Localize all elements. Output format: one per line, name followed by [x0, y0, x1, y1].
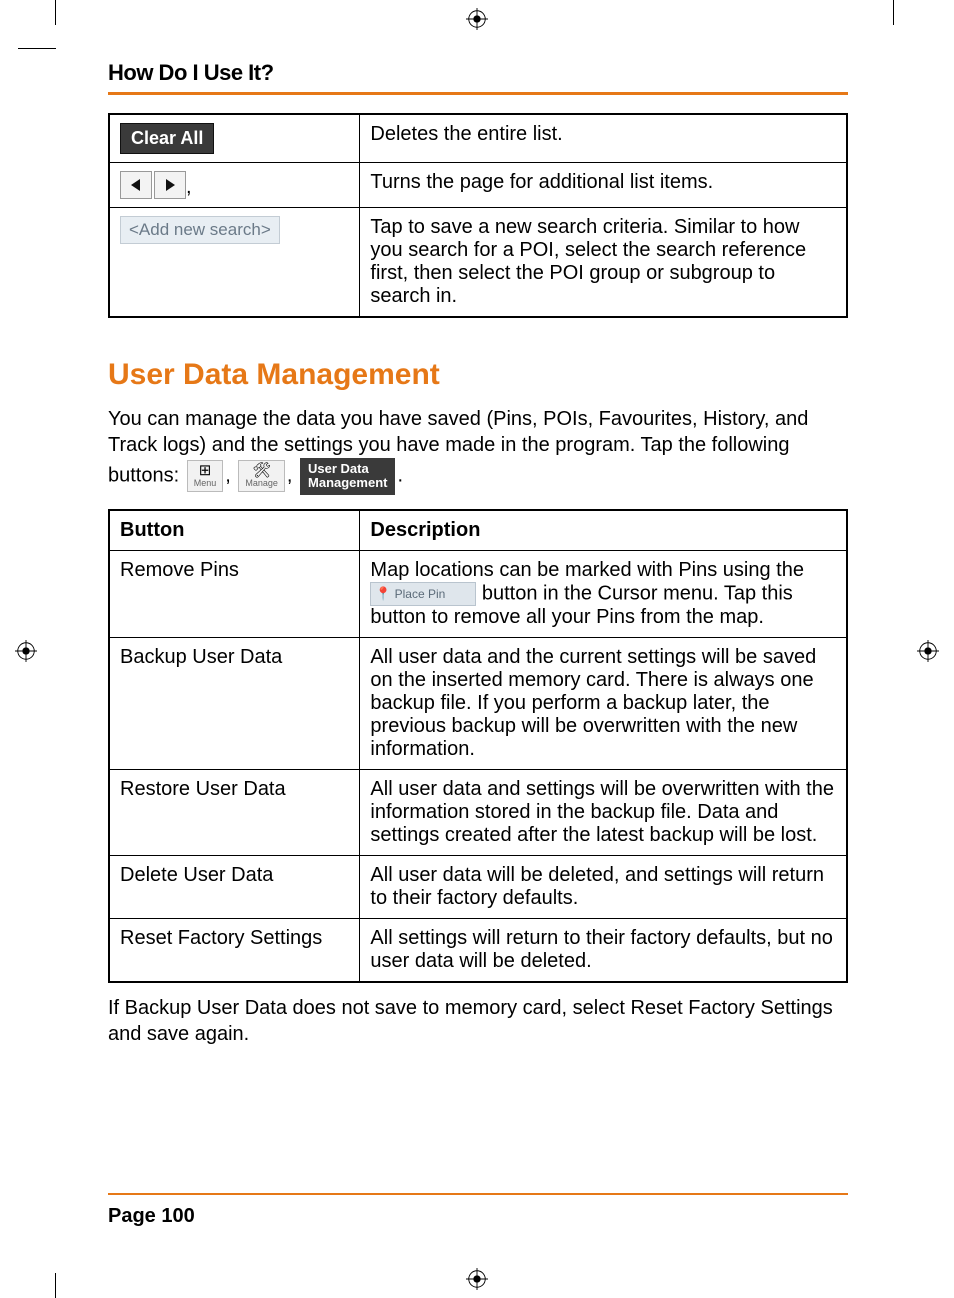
footnote-text: If Backup User Data does not save to mem…	[108, 995, 848, 1047]
intro-paragraph: You can manage the data you have saved (…	[108, 406, 848, 495]
table-cell-desc: All user data will be deleted, and setti…	[360, 855, 847, 918]
udm-label-line1: User Data	[308, 461, 369, 476]
table-cell-desc: All user data and the current settings w…	[360, 637, 847, 769]
button-name: Delete User Data	[109, 855, 360, 918]
crop-mark-hline	[18, 48, 56, 49]
table-row: Delete User Data All user data will be d…	[109, 855, 847, 918]
page-title: How Do I Use It?	[108, 60, 274, 85]
page-footer: Page 100	[108, 1193, 848, 1228]
button-name: Remove Pins	[109, 550, 360, 637]
table-row: Clear All Deletes the entire list.	[109, 114, 847, 163]
table-cell-desc: Turns the page for additional list items…	[360, 163, 847, 208]
udm-label-line2: Management	[308, 475, 387, 490]
desc-text-a: Map locations can be marked with Pins us…	[370, 559, 804, 581]
pin-icon: 📍	[375, 586, 391, 601]
place-pin-button[interactable]: 📍 Place Pin	[370, 582, 476, 606]
page: How Do I Use It? Clear All Deletes the e…	[0, 0, 954, 1298]
menu-button-label: Menu	[194, 478, 217, 490]
table-cell-desc: All user data and settings will be overw…	[360, 769, 847, 855]
button-name: Backup User Data	[109, 637, 360, 769]
buttons-table-1: Clear All Deletes the entire list. , Tur	[108, 113, 848, 318]
table-cell-desc: Tap to save a new search criteria. Simil…	[360, 208, 847, 318]
table-cell-desc: Map locations can be marked with Pins us…	[360, 550, 847, 637]
prev-page-button[interactable]	[120, 171, 152, 199]
table-row: Backup User Data All user data and the c…	[109, 637, 847, 769]
col-header-description: Description	[360, 510, 847, 551]
user-data-management-button[interactable]: User Data Management	[300, 458, 395, 495]
table-row: , Turns the page for additional list ite…	[109, 163, 847, 208]
button-name: Reset Factory Settings	[109, 918, 360, 982]
content-area: How Do I Use It? Clear All Deletes the e…	[108, 60, 848, 1047]
table-row: Reset Factory Settings All settings will…	[109, 918, 847, 982]
buttons-table-2: Button Description Remove Pins Map locat…	[108, 509, 848, 983]
page-header: How Do I Use It?	[108, 60, 848, 95]
comma: ,	[186, 176, 192, 198]
table-row: Remove Pins Map locations can be marked …	[109, 550, 847, 637]
registration-mark-icon	[466, 8, 488, 30]
add-new-search-button[interactable]: <Add new search>	[120, 216, 280, 244]
col-header-button: Button	[109, 510, 360, 551]
section-heading: User Data Management	[108, 358, 848, 392]
grid-icon: ⊞	[199, 463, 212, 478]
clear-all-button[interactable]: Clear All	[120, 123, 214, 154]
table-row: <Add new search> Tap to save a new searc…	[109, 208, 847, 318]
menu-button[interactable]: ⊞ Menu	[187, 460, 224, 492]
manage-button-label: Manage	[245, 478, 278, 490]
next-page-button[interactable]	[154, 171, 186, 199]
table-header-row: Button Description	[109, 510, 847, 551]
button-name: Restore User Data	[109, 769, 360, 855]
table-row: Restore User Data All user data and sett…	[109, 769, 847, 855]
registration-mark-icon	[15, 640, 37, 662]
registration-mark-icon	[917, 640, 939, 662]
table-cell-desc: Deletes the entire list.	[360, 114, 847, 163]
period: .	[397, 465, 403, 487]
manage-icon: 🛠	[252, 463, 271, 478]
manage-button[interactable]: 🛠 Manage	[238, 460, 285, 492]
page-nav-buttons	[120, 171, 186, 199]
registration-mark-icon	[466, 1268, 488, 1290]
table-cell-desc: All settings will return to their factor…	[360, 918, 847, 982]
place-pin-label: Place Pin	[395, 587, 446, 601]
page-number: Page 100	[108, 1205, 195, 1227]
